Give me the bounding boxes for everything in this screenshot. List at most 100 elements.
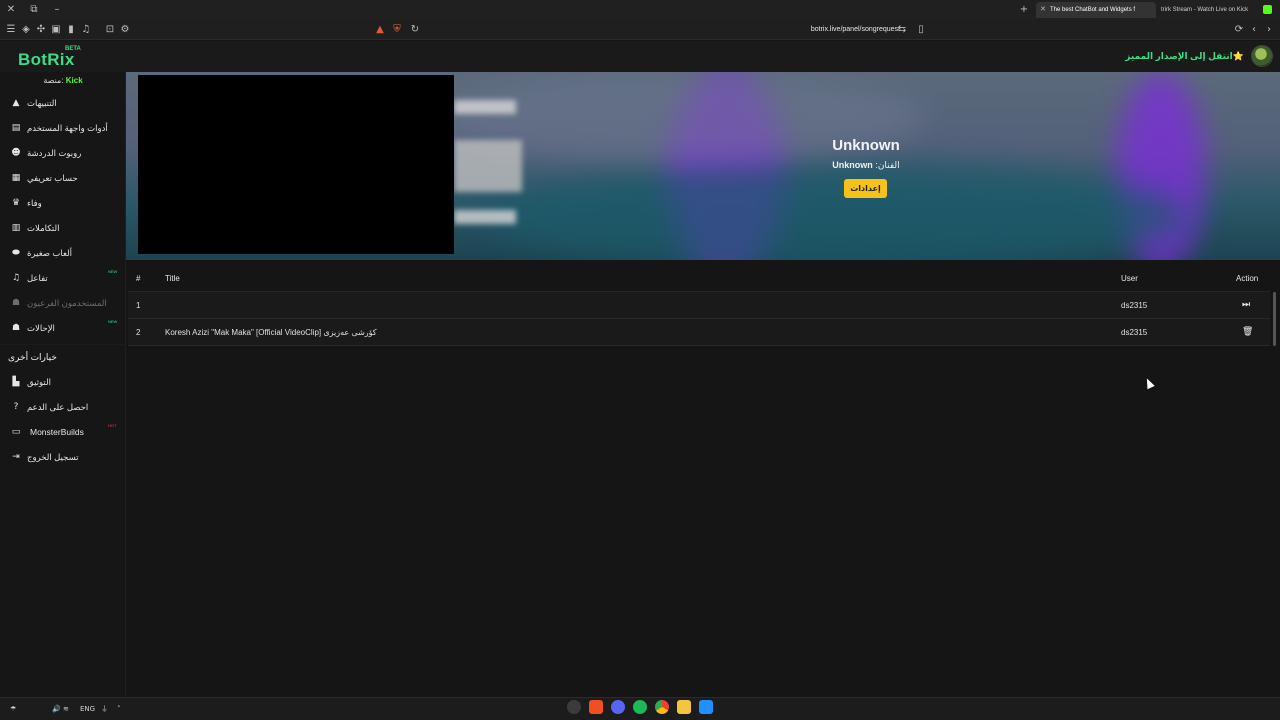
sidebar-item-label: ألعاب صغيرة — [27, 248, 73, 258]
trophy-icon: ♛ — [11, 198, 21, 208]
sidebar-item-label: التنبيهات — [27, 98, 57, 108]
sidebar-item-subusers[interactable]: ☗ المستخدمون الفرعيون — [0, 292, 126, 314]
row-num: 1 — [136, 301, 141, 310]
robot-icon: ☻ — [11, 148, 21, 158]
artist-label: الفنان: — [875, 160, 900, 170]
address-bar[interactable]: botrix.live/panel/songrequest — [780, 23, 900, 37]
browser-titlebar: ✕ ⧉ – + ✕ The best ChatBot and Widgets f… — [0, 0, 1280, 20]
more-options-header: خيارات أخرى — [8, 352, 57, 362]
premium-link[interactable]: انتقل إلى الإصدار المميز⭐ — [1125, 51, 1244, 62]
sidebar-item-chatbot[interactable]: ☻ روبوت الدردشة — [0, 142, 126, 164]
weather-icon[interactable]: ☂ — [10, 702, 16, 716]
sidebar-item-interaction[interactable]: ♫ تفاعل NEW — [0, 267, 126, 289]
sidebar-item-docs[interactable]: ▙ التوثيق — [0, 371, 126, 393]
extensions-icon[interactable]: ✣ — [34, 23, 48, 37]
refresh-icon[interactable]: ⟳ — [1232, 23, 1246, 37]
chrome-taskbar-icon[interactable] — [655, 700, 669, 714]
sidebar-item-label: المستخدمون الفرعيون — [27, 298, 107, 308]
tab-kick[interactable]: trirk Stream - Watch Live on Kick — [1147, 2, 1259, 18]
botrix-logo[interactable]: BotRix — [18, 50, 75, 70]
banner-shape — [454, 100, 516, 114]
reload-icon[interactable]: ↻ — [408, 23, 422, 37]
table-header: # Title User Action — [128, 265, 1270, 292]
settings-button[interactable]: إعدادات — [844, 179, 887, 198]
header-action: Action — [1236, 274, 1259, 283]
banner-shape — [454, 210, 516, 224]
sidebar-item-alerts[interactable]: ▲ التنبيهات — [0, 92, 126, 114]
sidebar-icon[interactable]: ▮ — [64, 23, 78, 37]
banner-blob — [486, 162, 1186, 260]
tray-overflow-icon[interactable]: ˄ — [117, 702, 121, 716]
sidebar-item-logout[interactable]: ⇥ تسجيل الخروج — [0, 446, 126, 468]
music-icon: ♫ — [11, 273, 21, 283]
user-avatar[interactable] — [1251, 45, 1273, 67]
volume-icon[interactable]: 🔊 — [52, 702, 61, 716]
reader-mode-icon[interactable]: ⇆ — [895, 23, 909, 37]
row-title: Koresh Azizi "Mak Maka" [Official VideoC… — [165, 328, 377, 337]
sidebar-item-integrations[interactable]: ▥ التكاملات — [0, 217, 126, 239]
sidebar-item-label: التكاملات — [27, 223, 60, 233]
sidebar-item-referrals[interactable]: ☗ الإحالات NEW — [0, 317, 126, 339]
brave-shield-icon[interactable]: ⛨ — [390, 23, 404, 37]
help-icon: ? — [13, 402, 19, 412]
wifi-icon[interactable]: ≋ — [63, 702, 69, 716]
warning-icon: ▲ — [12, 98, 20, 108]
skip-icon[interactable]: ⏭ — [1242, 300, 1250, 310]
video-player[interactable] — [138, 75, 454, 254]
sidebar-item-monsterbuilds[interactable]: ▭ MonsterBuilds HOT — [0, 421, 126, 443]
windows-start-icon[interactable] — [699, 700, 713, 714]
search-taskbar-icon[interactable] — [567, 700, 581, 714]
close-window-icon[interactable]: ✕ — [4, 3, 18, 17]
back-icon[interactable]: ‹ — [1247, 23, 1261, 37]
trash-icon[interactable]: 🗑 — [1242, 327, 1253, 337]
sidebar-item-label: الإحالات — [27, 323, 55, 333]
kick-favicon-icon — [1263, 5, 1272, 14]
integrations-icon: ▥ — [11, 223, 21, 233]
settings-icon[interactable]: ⚙ — [118, 23, 132, 37]
shield-icon[interactable]: ◈ — [19, 23, 33, 37]
music-icon[interactable]: ♫ — [79, 23, 93, 37]
profile-icon: ▦ — [11, 173, 21, 183]
users-icon: ☗ — [11, 298, 21, 308]
sidebar-item-label: MonsterBuilds — [30, 427, 84, 437]
new-tab-icon[interactable]: + — [1017, 3, 1031, 17]
restore-window-icon[interactable]: ⧉ — [27, 3, 41, 17]
screenshot-icon[interactable]: ⊡ — [103, 23, 117, 37]
tab-botrix[interactable]: ✕ The best ChatBot and Widgets f — [1036, 2, 1156, 18]
gamepad-icon: ⬬ — [12, 248, 20, 258]
sidebar-item-widgets[interactable]: ▤ أدوات واجهة المستخدم — [0, 117, 126, 139]
row-user: ds2315 — [1121, 328, 1148, 337]
menu-icon[interactable]: ☰ — [4, 23, 18, 37]
language-indicator[interactable]: ENG — [80, 702, 95, 716]
banner-shape — [454, 140, 522, 192]
window-icon[interactable]: ▣ — [49, 23, 63, 37]
referrals-icon: ☗ — [11, 323, 21, 333]
sidebar-item-loyalty[interactable]: ♛ وفاء — [0, 192, 126, 214]
bookmark-icon[interactable]: ▯ — [914, 23, 928, 37]
sidebar-item-minigames[interactable]: ⬬ ألعاب صغيرة — [0, 242, 126, 264]
sidebar-item-label: حساب تعريفي — [27, 173, 78, 183]
sidebar-item-profile[interactable]: ▦ حساب تعريفي — [0, 167, 126, 189]
minimize-window-icon[interactable]: – — [50, 3, 64, 17]
brave-taskbar-icon[interactable] — [589, 700, 603, 714]
discord-taskbar-icon[interactable] — [611, 700, 625, 714]
mouse-cursor-icon — [1143, 376, 1155, 390]
mic-icon[interactable]: ⏚ — [101, 702, 108, 716]
table-row: 2 Koresh Azizi "Mak Maka" [Official Vide… — [128, 319, 1270, 346]
logout-icon: ⇥ — [12, 452, 20, 462]
scrollbar[interactable] — [1273, 292, 1276, 346]
close-tab-icon[interactable]: ✕ — [1040, 2, 1046, 18]
file-explorer-taskbar-icon[interactable] — [677, 700, 691, 714]
new-badge: NEW — [108, 319, 118, 324]
sidebar-item-support[interactable]: ? احصل على الدعم — [0, 396, 126, 418]
browser-toolbar: ☰ ◈ ✣ ▣ ▮ ♫ ⊡ ⚙ ▲ ⛨ ↻ botrix.live/panel/… — [0, 20, 1280, 40]
brave-rewards-icon[interactable]: ▲ — [373, 23, 387, 37]
sidebar-item-label: تفاعل — [27, 273, 48, 283]
laptop-icon: ▭ — [11, 427, 21, 437]
spotify-taskbar-icon[interactable] — [633, 700, 647, 714]
tab-label: The best ChatBot and Widgets f — [1050, 7, 1136, 13]
forward-icon[interactable]: › — [1262, 23, 1276, 37]
header-user: User — [1121, 274, 1138, 283]
tab-label: trirk Stream - Watch Live on Kick — [1161, 7, 1249, 13]
header-title: Title — [165, 274, 180, 283]
